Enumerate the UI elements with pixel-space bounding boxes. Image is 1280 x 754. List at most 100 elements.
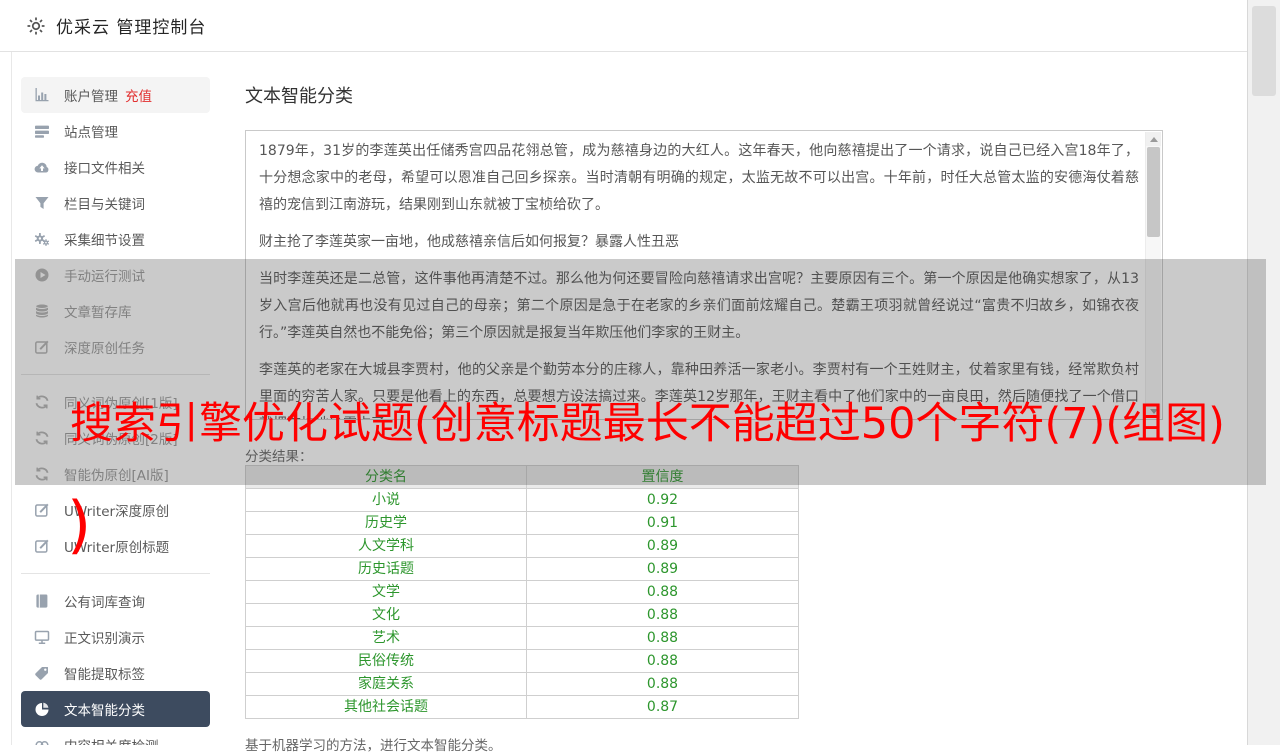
sidebar-item-body-recognition-demo[interactable]: 正文识别演示 xyxy=(21,619,210,655)
category-cell: 文化 xyxy=(245,603,527,627)
category-cell: 历史学 xyxy=(245,511,527,535)
footer-note: 基于机器学习的方法，进行文本智能分类。 xyxy=(245,738,502,754)
table-row: 人文学科 0.89 xyxy=(245,534,799,558)
recharge-badge[interactable]: 充值 xyxy=(125,85,152,105)
category-cell: 历史话题 xyxy=(245,557,527,581)
column-header-confidence: 置信度 xyxy=(526,465,799,489)
confidence-cell: 0.88 xyxy=(526,626,799,650)
sidebar-item-uwriter-original-title[interactable]: UWriter原创标题 xyxy=(21,528,210,564)
book-icon xyxy=(34,593,50,609)
bar-chart-icon xyxy=(34,87,50,103)
refresh-icon xyxy=(34,394,50,410)
sidebar-item-label: 栏目与关键词 xyxy=(64,197,145,213)
page-title: 文本智能分类 xyxy=(245,86,353,107)
sidebar-item-label: 站点管理 xyxy=(64,125,118,141)
sidebar-divider xyxy=(21,374,210,375)
filter-icon xyxy=(34,195,50,211)
sidebar-item-synonym-rewrite-v1[interactable]: 同义词伪原创[1版] xyxy=(21,384,210,420)
play-icon xyxy=(34,267,50,283)
table-row: 小说 0.92 xyxy=(245,488,799,512)
page-scrollbar[interactable] xyxy=(1247,0,1280,745)
input-textarea[interactable]: 1879年，31岁的李莲英出任储秀宫四品花翎总管，成为慈禧身边的大红人。这年春天… xyxy=(245,130,1163,420)
scroll-down-arrow-icon[interactable] xyxy=(1146,404,1161,418)
sidebar-item-site-management[interactable]: 站点管理 xyxy=(21,113,210,149)
confidence-cell: 0.91 xyxy=(526,511,799,535)
database-icon xyxy=(34,303,50,319)
sidebar-item-ai-rewrite[interactable]: 智能伪原创[AI版] xyxy=(21,456,210,492)
sidebar-item-uwriter-deep-original[interactable]: UWriter深度原创 xyxy=(21,492,210,528)
confidence-cell: 0.88 xyxy=(526,603,799,627)
sidebar-item-label: 公有词库查询 xyxy=(64,595,145,611)
category-cell: 其他社会话题 xyxy=(245,695,527,719)
sidebar-item-label: 同义词伪原创[2版] xyxy=(64,432,178,448)
sidebar-item-label: 手动运行测试 xyxy=(64,269,145,285)
input-paragraph: 财主抢了李莲英家一亩地，他成慈禧亲信后如何报复？暴露人性丑恶 xyxy=(259,234,679,250)
sidebar-item-label: 智能提取标签 xyxy=(64,667,145,683)
table-row: 家庭关系 0.88 xyxy=(245,672,799,696)
refresh-icon xyxy=(34,466,50,482)
confidence-cell: 0.87 xyxy=(526,695,799,719)
table-row: 历史话题 0.89 xyxy=(245,557,799,581)
input-paragraph: 李莲英的老家在大城县李贾村，他的父亲是个勤劳本分的庄稼人，靠种田养活一家老小。李… xyxy=(259,362,1139,419)
result-table: 分类名 置信度 小说 0.92 历史学 0.91 人文学科 0.89 历史话题 0.89 文学 0… xyxy=(245,465,799,719)
scroll-up-arrow-icon[interactable] xyxy=(1146,132,1161,146)
sidebar-item-content-relevance-check[interactable]: 内容相关度检测 xyxy=(21,727,210,745)
edit-icon xyxy=(34,339,50,355)
sidebar-item-label: 内容相关度检测 xyxy=(64,735,159,745)
category-cell: 艺术 xyxy=(245,626,527,650)
input-paragraph: 当时李莲英还是二总管，这件事他再清楚不过。那么他为何还要冒险向慈禧请求出宫呢？主… xyxy=(259,271,1139,341)
sidebar-item-manual-run-test[interactable]: 手动运行测试 xyxy=(21,257,210,293)
table-row: 民俗传统 0.88 xyxy=(245,649,799,673)
textarea-scrollbar[interactable] xyxy=(1145,132,1161,418)
sidebar-item-text-classification[interactable]: 文本智能分类 xyxy=(21,691,210,727)
gear-icon xyxy=(26,16,46,36)
confidence-cell: 0.88 xyxy=(526,672,799,696)
column-header-category: 分类名 xyxy=(245,465,527,489)
page-scrollbar-thumb[interactable] xyxy=(1252,6,1276,96)
confidence-cell: 0.89 xyxy=(526,557,799,581)
sidebar-item-smart-tag-extraction[interactable]: 智能提取标签 xyxy=(21,655,210,691)
table-row: 历史学 0.91 xyxy=(245,511,799,535)
cloud-upload-icon xyxy=(34,159,50,175)
textarea-scrollbar-thumb[interactable] xyxy=(1147,147,1160,237)
edit-icon xyxy=(34,502,50,518)
app-header: 优采云 管理控制台 xyxy=(0,0,1247,52)
sidebar-item-public-lexicon-query[interactable]: 公有词库查询 xyxy=(21,583,210,619)
sidebar-item-columns-keywords[interactable]: 栏目与关键词 xyxy=(21,185,210,221)
sidebar-item-label: 采集细节设置 xyxy=(64,233,145,249)
tag-icon xyxy=(34,665,50,681)
sidebar-item-label: 账户管理 xyxy=(64,89,118,105)
sidebar-item-label: 接口文件相关 xyxy=(64,161,145,177)
table-row: 文化 0.88 xyxy=(245,603,799,627)
pie-chart-icon xyxy=(34,701,50,717)
category-cell: 文学 xyxy=(245,580,527,604)
input-text[interactable]: 1879年，31岁的李莲英出任储秀宫四品花翎总管，成为慈禧身边的大红人。这年春天… xyxy=(246,131,1145,419)
sidebar-item-deep-original-task[interactable]: 深度原创任务 xyxy=(21,329,210,365)
gears-icon xyxy=(34,231,50,247)
confidence-cell: 0.92 xyxy=(526,488,799,512)
table-row: 艺术 0.88 xyxy=(245,626,799,650)
sidebar-item-account-management[interactable]: 账户管理 充值 xyxy=(21,77,210,113)
edit-icon xyxy=(34,538,50,554)
confidence-cell: 0.88 xyxy=(526,580,799,604)
link-icon xyxy=(34,737,50,745)
sidebar-item-label: 文章暂存库 xyxy=(64,305,132,321)
table-row: 其他社会话题 0.87 xyxy=(245,695,799,719)
sidebar: 账户管理 充值站点管理接口文件相关 栏目与关键词 采集细节设置 手动运行测试 文章暂存库深… xyxy=(11,52,227,745)
sidebar-item-label: 文本智能分类 xyxy=(64,703,145,719)
category-cell: 民俗传统 xyxy=(245,649,527,673)
sidebar-item-label: 智能伪原创[AI版] xyxy=(64,468,169,484)
result-label: 分类结果： xyxy=(245,449,313,465)
sidebar-item-label: 同义词伪原创[1版] xyxy=(64,396,178,412)
confidence-cell: 0.88 xyxy=(526,649,799,673)
result-table-header-row: 分类名 置信度 xyxy=(245,465,799,489)
sidebar-item-label: UWriter原创标题 xyxy=(64,540,170,556)
category-cell: 小说 xyxy=(245,488,527,512)
monitor-icon xyxy=(34,629,50,645)
refresh-icon xyxy=(34,430,50,446)
sidebar-item-interface-files[interactable]: 接口文件相关 xyxy=(21,149,210,185)
sidebar-item-collection-settings[interactable]: 采集细节设置 xyxy=(21,221,210,257)
category-cell: 家庭关系 xyxy=(245,672,527,696)
sidebar-item-synonym-rewrite-v2[interactable]: 同义词伪原创[2版] xyxy=(21,420,210,456)
sidebar-item-article-staging[interactable]: 文章暂存库 xyxy=(21,293,210,329)
